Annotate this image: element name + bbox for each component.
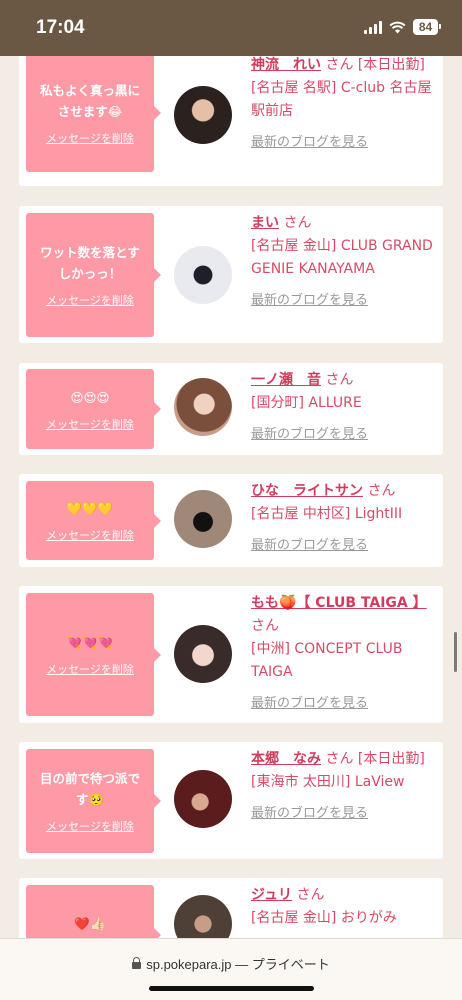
- shop-name: [名古屋 金山] CLUB GRAND GENIE KANAYAMA: [251, 238, 433, 277]
- message-text: 💘💘💘: [66, 635, 114, 650]
- attendance-badge: [本日出勤]: [357, 57, 425, 73]
- signal-icon: [364, 20, 382, 34]
- honorific: さん: [325, 57, 354, 73]
- status-bar: 17:04 84: [0, 0, 462, 56]
- delete-message-link[interactable]: メッセージを削除: [46, 527, 134, 543]
- shop-name: [東海市 太田川] LaView: [251, 774, 405, 790]
- latest-blog-link[interactable]: 最新のブログを見る: [251, 534, 368, 553]
- shop-name: [名古屋 中村区] LightIII: [251, 506, 403, 522]
- honorific: さん: [283, 215, 312, 231]
- private-mode-label: — プライベート: [235, 957, 330, 972]
- delete-message-link[interactable]: メッセージを削除: [46, 661, 134, 677]
- lock-icon: [132, 957, 142, 969]
- cast-name-link[interactable]: 神流 れい: [251, 57, 321, 73]
- honorific: さん: [325, 372, 354, 388]
- battery-icon: 84: [413, 19, 441, 35]
- url-text[interactable]: sp.pokepara.jp: [146, 957, 231, 972]
- status-time: 17:04: [36, 17, 85, 38]
- home-indicator[interactable]: [149, 986, 314, 991]
- message-text: 目の前で待つ派で す🥺: [39, 771, 140, 807]
- cast-info: ひな ライトサン さん [名古屋 中村区] LightIII 最新のブログを見る: [251, 480, 435, 553]
- message-card: 💛💛💛 メッセージを削除 ひな ライトサン さん [名古屋 中村区] Light…: [19, 474, 443, 567]
- message-text: ワット数を落とす しかっっ！: [40, 245, 140, 281]
- latest-blog-link[interactable]: 最新のブログを見る: [251, 289, 368, 308]
- message-bubble: 私もよく真っ黒に させます😂 メッセージを削除: [26, 54, 161, 172]
- message-bubble: 💘💘💘 メッセージを削除: [26, 593, 161, 716]
- latest-blog-link[interactable]: 最新のブログを見る: [251, 802, 368, 821]
- cast-name-link[interactable]: ジュリ: [251, 887, 292, 903]
- delete-message-link[interactable]: メッセージを削除: [46, 130, 134, 146]
- message-bubble: 目の前で待つ派で す🥺 メッセージを削除: [26, 749, 161, 853]
- latest-blog-link[interactable]: 最新のブログを見る: [251, 131, 368, 150]
- cast-avatar[interactable]: [174, 490, 232, 548]
- cast-name-link[interactable]: 本郷 なみ: [251, 751, 321, 767]
- cast-info: もも🍑【 CLUB TAIGA 】 さん [中洲] CONCEPT CLUB T…: [251, 592, 435, 711]
- latest-blog-link[interactable]: 最新のブログを見る: [251, 692, 368, 711]
- cast-name-link[interactable]: まい: [251, 215, 279, 231]
- cast-avatar[interactable]: [174, 86, 232, 144]
- honorific: さん: [296, 887, 325, 903]
- cast-name-link[interactable]: 一ノ瀬 音: [251, 372, 321, 388]
- cast-avatar[interactable]: [174, 770, 232, 828]
- message-text: 💛💛💛: [66, 501, 114, 516]
- cast-avatar[interactable]: [174, 378, 232, 436]
- message-bubble: 💛💛💛 メッセージを削除: [26, 481, 161, 560]
- honorific: さん: [325, 751, 354, 767]
- message-card: 目の前で待つ派で す🥺 メッセージを削除 本郷 なみ さん [本日出勤] [東海…: [19, 742, 443, 859]
- wifi-icon: [389, 21, 406, 33]
- message-text: 😍😍😍: [70, 389, 110, 405]
- status-icons: 84: [364, 19, 441, 35]
- message-text: 私もよく真っ黒に させます😂: [39, 83, 140, 119]
- shop-name: [国分町] ALLURE: [251, 395, 362, 411]
- browser-address-bar[interactable]: sp.pokepara.jp — プライベート: [0, 938, 462, 1000]
- cast-avatar[interactable]: [174, 246, 232, 304]
- shop-name: [中洲] CONCEPT CLUB TAIGA: [251, 641, 403, 680]
- latest-blog-link[interactable]: 最新のブログを見る: [251, 423, 368, 442]
- message-card: 私もよく真っ黒に させます😂 メッセージを削除 神流 れい さん [本日出勤] …: [19, 46, 443, 186]
- cast-info: 神流 れい さん [本日出勤] [名古屋 名駅] C-club 名古屋駅前店 最…: [251, 54, 435, 150]
- shop-name: [名古屋 金山] おりがみ: [251, 910, 397, 926]
- cast-info: 本郷 なみ さん [本日出勤] [東海市 太田川] LaView 最新のブログを…: [251, 748, 435, 821]
- delete-message-link[interactable]: メッセージを削除: [46, 416, 134, 432]
- shop-name: [名古屋 名駅] C-club 名古屋駅前店: [251, 80, 432, 119]
- message-card: 😍😍😍 メッセージを削除 一ノ瀬 音 さん [国分町] ALLURE 最新のブロ…: [19, 363, 443, 455]
- honorific: さん: [367, 483, 396, 499]
- delete-message-link[interactable]: メッセージを削除: [46, 818, 134, 834]
- cast-info: まい さん [名古屋 金山] CLUB GRAND GENIE KANAYAMA…: [251, 212, 435, 308]
- attendance-badge: [本日出勤]: [357, 751, 425, 767]
- delete-message-link[interactable]: メッセージを削除: [46, 292, 134, 308]
- cast-info: 一ノ瀬 音 さん [国分町] ALLURE 最新のブログを見る: [251, 369, 435, 442]
- cast-name-link[interactable]: ひな ライトサン: [251, 483, 363, 499]
- cast-name-link[interactable]: もも🍑【 CLUB TAIGA 】: [251, 595, 427, 611]
- scrollbar-thumb[interactable]: [454, 632, 457, 672]
- message-card: ワット数を落とす しかっっ！ メッセージを削除 まい さん [名古屋 金山] C…: [19, 206, 443, 343]
- cast-avatar[interactable]: [174, 625, 232, 683]
- message-bubble: ワット数を落とす しかっっ！ メッセージを削除: [26, 213, 161, 337]
- message-text: ❤️👍🏻: [74, 915, 106, 931]
- honorific: さん: [251, 618, 279, 634]
- message-bubble: 😍😍😍 メッセージを削除: [26, 369, 161, 449]
- message-card: 💘💘💘 メッセージを削除 もも🍑【 CLUB TAIGA 】 さん [中洲] C…: [19, 586, 443, 723]
